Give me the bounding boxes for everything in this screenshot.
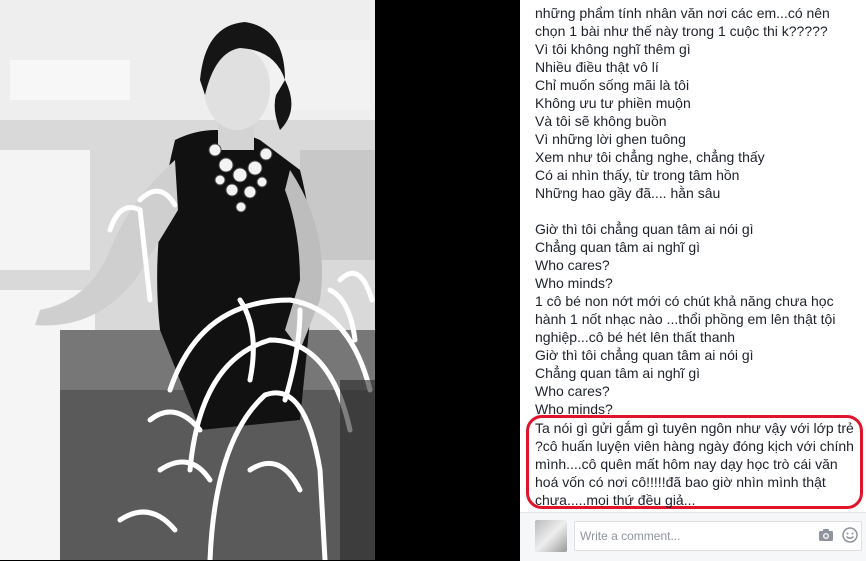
post-line: Who cares?	[535, 257, 610, 273]
post-line: Không ưu tư phiền muộn	[535, 95, 691, 111]
post-line: Những hao gầy đã.... hằn sâu	[535, 185, 721, 201]
highlighted-text: Ta nói gì gửi gắm gì tuyên ngôn như vậy …	[535, 419, 860, 509]
post-line: Chẳng quan tâm ai nghĩ gì	[535, 239, 701, 255]
post-line: những phẩm tính nhân văn nơi các em...có…	[535, 5, 830, 21]
post-line: Chẳng quan tâm ai nghĩ gì	[535, 365, 701, 381]
post-line: Vì những lời ghen tuông	[535, 131, 686, 147]
post-photo[interactable]	[0, 0, 375, 560]
post-line: Chỉ muốn sống mãi là tôi	[535, 77, 690, 93]
highlighted-line: ?cô huấn luyện viên hàng ngày đóng kịch …	[535, 438, 854, 454]
post-line: Có ai nhìn thấy, từ trong tâm hồn	[535, 167, 740, 183]
highlighted-line: chưa.....mọi thứ đều giả...	[535, 492, 696, 508]
post-line: Giờ thì tôi chẳng quan tâm ai nói gì	[535, 347, 754, 363]
highlighted-line: Ta nói gì gửi gắm gì tuyên ngôn như vậy …	[535, 420, 854, 436]
highlighted-line: mình....cô quên mất hôm nay dạy học trò …	[535, 456, 838, 472]
highlighted-line: hoá vốn có nơi cô!!!!!đã bao giờ nhìn mì…	[535, 474, 826, 490]
post-line: hành 1 nốt nhạc nào ...thổi phồng em lên…	[535, 311, 836, 327]
post-line: Giờ thì tôi chẳng quan tâm ai nói gì	[535, 221, 754, 237]
post-line: 1 cô bé non nớt mới có chút khả năng chư…	[535, 293, 834, 309]
post-line: Xem như tôi chẳng nghe, chẳng thấy	[535, 149, 765, 165]
post-line: Nhiều điều thật vô lí	[535, 59, 659, 75]
avatar[interactable]	[535, 520, 567, 552]
camera-icon[interactable]	[818, 528, 834, 542]
post-line: chọn 1 bài như thế này trong 1 cuộc thi …	[535, 23, 828, 39]
post-line: Và tôi sẽ không buồn	[535, 113, 667, 129]
sticker-icon[interactable]	[842, 527, 858, 543]
post-line: Who minds?	[535, 275, 613, 291]
comment-placeholder: Write a comment...	[580, 529, 681, 543]
post-line: Who cares?	[535, 383, 610, 399]
post-text: những phẩm tính nhân văn nơi các em...có…	[535, 4, 859, 418]
post-line: Vì tôi không nghĩ thêm gì	[535, 41, 691, 57]
photo-illustration	[0, 0, 375, 560]
post-line: nghiệp...cô bé hét lên thất thanh	[535, 329, 736, 345]
